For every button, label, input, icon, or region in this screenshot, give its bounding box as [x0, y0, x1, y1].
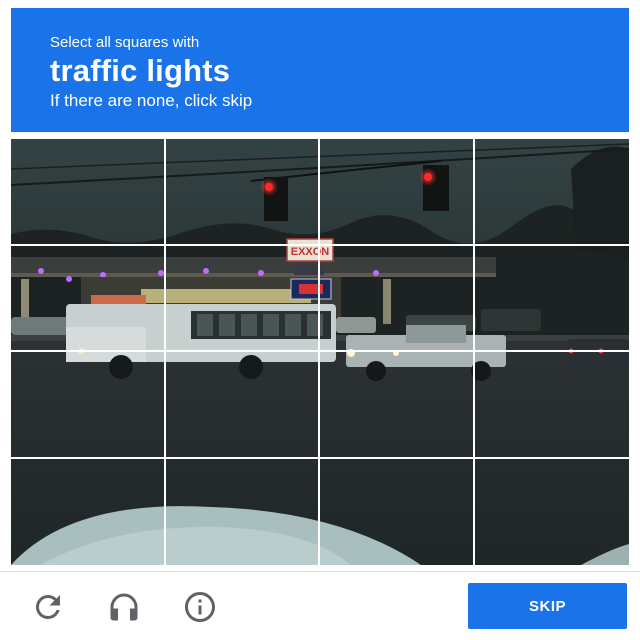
grid-tile-r4-c4[interactable] [475, 459, 630, 566]
grid-tile-r1-c4[interactable] [474, 139, 629, 246]
footer-divider [0, 571, 640, 572]
grid-tile-r2-c4[interactable] [474, 246, 629, 352]
challenge-header: Select all squares with traffic lights I… [11, 8, 629, 132]
grid-tile-r2-c3[interactable] [320, 245, 475, 352]
grid-tile-r4-c3[interactable] [320, 458, 475, 565]
grid-tile-r4-c1[interactable] [11, 458, 166, 565]
skip-button[interactable]: SKIP [468, 583, 627, 629]
grid-tile-r3-c3[interactable] [320, 352, 475, 459]
image-grid: EXXON [11, 139, 629, 565]
grid-tile-r1-c2[interactable] [165, 139, 320, 246]
grid-tile-r1-c3[interactable] [320, 139, 475, 246]
info-icon[interactable] [180, 587, 220, 627]
captcha-challenge: Select all squares with traffic lights I… [0, 0, 640, 640]
audio-challenge-icon[interactable] [104, 587, 144, 627]
grid-tile-r3-c1[interactable] [11, 352, 166, 459]
grid-tile-r2-c1[interactable] [11, 245, 166, 352]
grid-tile-r4-c2[interactable] [166, 458, 320, 565]
skip-hint: If there are none, click skip [50, 91, 253, 110]
tile-grid [11, 139, 629, 565]
grid-tile-r3-c2[interactable] [165, 352, 320, 459]
grid-tile-r1-c1[interactable] [11, 139, 166, 246]
instruction-text: Select all squares with [50, 34, 200, 51]
reload-icon[interactable] [28, 587, 68, 627]
grid-tile-r3-c4[interactable] [474, 352, 629, 459]
target-object: traffic lights [50, 53, 231, 88]
grid-tile-r2-c2[interactable] [165, 245, 320, 352]
